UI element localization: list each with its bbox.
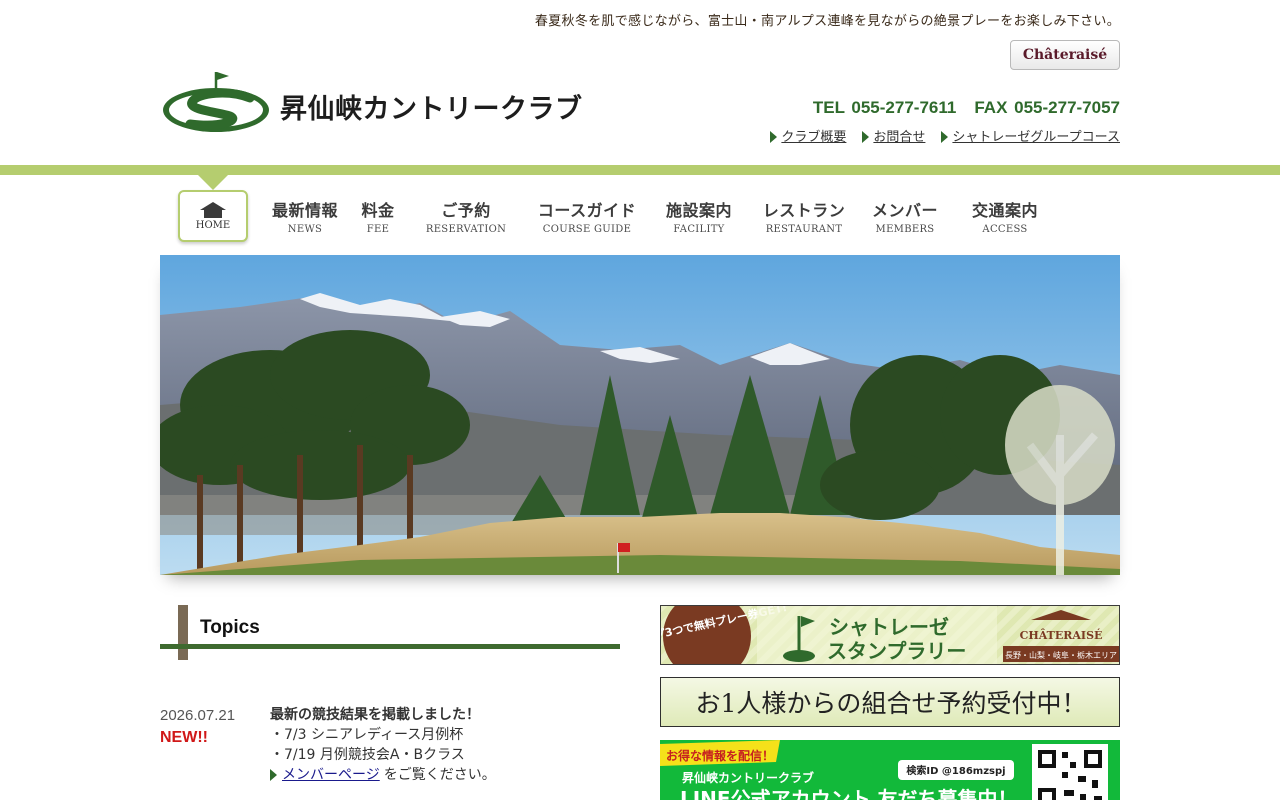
nav-label-jp: メンバー <box>871 201 938 220</box>
news-date: 2026.07.21 <box>160 707 236 724</box>
nav-label-en: FACILITY <box>673 224 725 235</box>
arrow-right-icon <box>270 769 277 781</box>
header-tagline: 春夏秋冬を肌で感じながら、富士山・南アルプス連峰を見ながらの絶景プレーをお楽しみ… <box>534 14 1120 29</box>
chateraise-brand-button[interactable]: Châteraisé <box>1010 40 1120 70</box>
nav-news[interactable]: 最新情報 NEWS <box>270 190 340 242</box>
nav-label-jp: コースガイド <box>537 201 637 220</box>
hero-image <box>160 255 1120 575</box>
nav-bar-strip <box>0 165 1280 175</box>
nav-reservation[interactable]: ご予約 RESERVATION <box>418 190 514 242</box>
line-headline: LINE公式アカウント 友だち募集中！ <box>680 787 1018 800</box>
nav-label-jp: 施設案内 <box>665 201 732 220</box>
contact-numbers: TEL 055-277-7611 FAX 055-277-7057 <box>813 98 1120 118</box>
nav-label-jp: レストラン <box>762 201 846 220</box>
new-badge: NEW!! <box>160 729 208 746</box>
sublink-label: お問合せ <box>873 130 926 145</box>
line-ribbon: お得な情報を配信！ <box>666 748 774 763</box>
stamp-title-line1: シャトレーゼ <box>829 615 949 639</box>
nav-label-jp: 交通案内 <box>971 201 1038 220</box>
topics-accent-bar <box>178 605 188 660</box>
nav-label-en: FEE <box>366 224 390 235</box>
nav-label-jp: 料金 <box>361 201 395 220</box>
golf-flag-logo-icon <box>163 72 269 132</box>
tel-number[interactable]: TEL 055-277-7611 <box>813 98 956 117</box>
nav-home-label: HOME <box>195 219 231 231</box>
main-nav: HOME 最新情報 NEWS 料金 FEE ご予約 RESERVATION コー… <box>178 190 1040 242</box>
nav-label-en: MEMBERS <box>875 224 935 235</box>
nav-course-guide[interactable]: コースガイド COURSE GUIDE <box>534 190 640 242</box>
arrow-right-icon <box>941 130 949 143</box>
fax-number: FAX 055-277-7057 <box>974 98 1120 117</box>
group-reservation-banner[interactable]: お1人様からの組合せ予約受付中！ <box>660 677 1120 727</box>
nav-label-en: RESERVATION <box>425 224 507 235</box>
news-body: 最新の競技結果を掲載しました！ ・7/3 シニアレディース月例杯 ・7/19 月… <box>270 705 620 785</box>
news-headline: 最新の競技結果を掲載しました！ <box>270 707 480 723</box>
sublink-label: シャトレーゼグループコース <box>952 130 1120 145</box>
member-page-link[interactable]: メンバーページ <box>282 765 380 785</box>
nav-facility[interactable]: 施設案内 FACILITY <box>660 190 738 242</box>
nav-restaurant[interactable]: レストラン RESTAURANT <box>760 190 848 242</box>
arrow-right-icon <box>862 130 870 143</box>
line-account-banner[interactable]: お得な情報を配信！ 昇仙峡カントリークラブ 検索ID @186mzspj LIN… <box>660 740 1120 800</box>
news-line: ・7/19 月例競技会A・Bクラス <box>270 747 465 763</box>
topics-header: Topics <box>160 605 620 660</box>
sublink-club-overview[interactable]: クラブ概要 <box>770 126 846 145</box>
nav-fee[interactable]: 料金 FEE <box>358 190 398 242</box>
line-club-name: 昇仙峡カントリークラブ <box>682 770 814 785</box>
nav-active-pointer <box>198 175 228 190</box>
stamp-brand: CHÂTERAISÉ <box>1020 628 1103 642</box>
topics-underline <box>160 644 620 649</box>
stamp-rally-banner[interactable]: スタンプ3つで無料プレー券GET! シャトレーゼ スタンプラリー CHÂTERA… <box>660 605 1120 665</box>
nav-label-en: RESTAURANT <box>765 224 843 235</box>
stamp-title-line2: スタンプラリー <box>827 639 966 663</box>
stamp-area: 長野・山梨・岐阜・栃木エリア <box>1005 650 1117 660</box>
news-link-suffix: をご覧ください。 <box>383 767 496 783</box>
nav-access[interactable]: 交通案内 ACCESS <box>970 190 1040 242</box>
sublink-contact[interactable]: お問合せ <box>862 126 925 145</box>
news-line: ・7/3 シニアレディース月例杯 <box>270 727 464 743</box>
news-link-row: メンバーページ をご覧ください。 <box>270 765 620 785</box>
arrow-right-icon <box>770 130 778 143</box>
qr-code-icon <box>1032 744 1108 800</box>
line-search-id: 検索ID @186mzspj <box>906 764 1005 777</box>
nav-label-jp: ご予約 <box>441 201 491 220</box>
nav-label-jp: 最新情報 <box>271 201 338 220</box>
reservation-text: お1人様からの組合せ予約受付中！ <box>696 689 1087 718</box>
page: 春夏秋冬を肌で感じながら、富士山・南アルプス連峰を見ながらの絶景プレーをお楽しみ… <box>0 0 1280 800</box>
nav-label-en: ACCESS <box>982 224 1028 235</box>
logo-text: 昇仙峡カントリークラブ <box>280 93 583 125</box>
topics-title: Topics <box>200 617 260 638</box>
nav-label-en: COURSE GUIDE <box>542 224 632 235</box>
nav-label-en: NEWS <box>287 224 323 235</box>
nav-home[interactable]: HOME <box>178 190 248 242</box>
header-sublinks: クラブ概要 お問合せ シャトレーゼグループコース <box>770 126 1120 145</box>
nav-members[interactable]: メンバー MEMBERS <box>870 190 940 242</box>
home-icon <box>200 201 226 218</box>
sublink-group-courses[interactable]: シャトレーゼグループコース <box>941 126 1120 145</box>
sublink-label: クラブ概要 <box>781 130 847 145</box>
site-logo[interactable]: 昇仙峡カントリークラブ <box>160 68 583 136</box>
